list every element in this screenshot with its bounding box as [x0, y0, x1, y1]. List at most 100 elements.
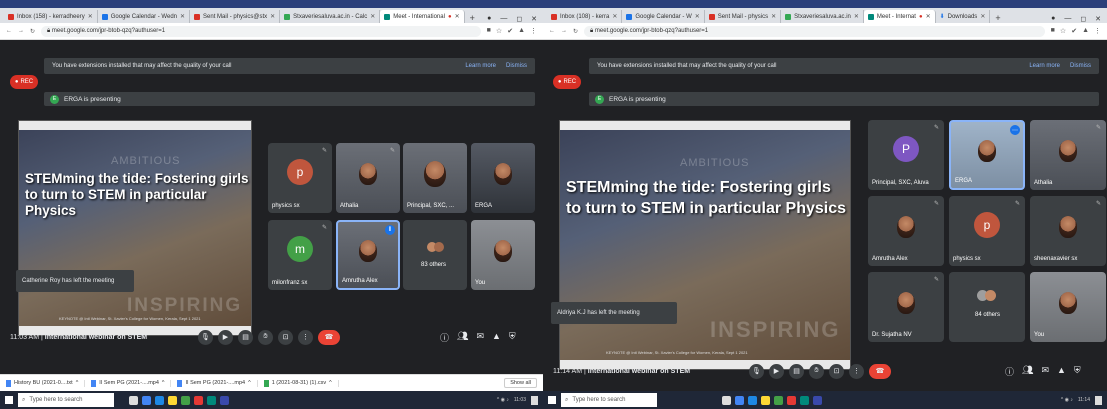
participant-tile[interactable]: ✎ sheenaxavier sx — [1030, 196, 1106, 266]
more-options-button[interactable]: ⋮ — [849, 363, 864, 379]
tab-meet[interactable]: Meet - International ● ✕ — [380, 10, 465, 23]
present-button[interactable]: ⊡ — [829, 363, 844, 379]
chrome-icon[interactable] — [735, 395, 744, 405]
camera-icon[interactable]: ■ — [487, 27, 491, 35]
cortana-icon[interactable] — [722, 395, 731, 405]
tab-meet[interactable]: Meet - Internat ● ✕ — [863, 10, 936, 23]
folder-icon[interactable] — [168, 395, 177, 405]
new-tab-button[interactable]: + — [990, 13, 1005, 23]
tab-sheets[interactable]: Stxaveriesaluva.ac.in - Calc ✕ — [280, 10, 381, 23]
star-icon[interactable]: ☆ — [1060, 27, 1066, 35]
extension-icon[interactable]: ▲ — [518, 27, 525, 35]
participant-tile[interactable]: Principal, SXC, ... — [403, 143, 467, 213]
dismiss-button[interactable]: Dismiss — [1070, 63, 1091, 69]
download-item[interactable]: 1 (2021-08-31) (1).csv ^ — [263, 379, 339, 387]
maximize-button[interactable]: ◻ — [1080, 15, 1086, 23]
forward-icon[interactable]: → — [561, 28, 567, 34]
app-icon[interactable] — [181, 395, 190, 405]
edge-icon[interactable] — [155, 395, 164, 405]
url-field[interactable]: 🔒︎ meet.google.com/jpr-btob-qzq?authuser… — [41, 25, 481, 37]
new-tab-button[interactable]: + — [465, 13, 480, 23]
check-icon[interactable]: ✔ — [507, 27, 513, 35]
participant-tile[interactable]: You — [471, 220, 535, 290]
chrome-icon[interactable] — [142, 395, 151, 405]
edge-icon[interactable] — [748, 395, 757, 405]
chat-icon[interactable]: ✉ — [1041, 365, 1049, 378]
folder-icon[interactable] — [761, 395, 770, 405]
minimize-button[interactable]: — — [1064, 15, 1071, 23]
profile-icon[interactable]: ● — [1051, 15, 1055, 23]
url-field[interactable]: 🔒︎ meet.google.com/jpr-btob-qzq?authuser… — [584, 25, 1045, 37]
participant-tile[interactable]: ERGA — [471, 143, 535, 213]
info-icon[interactable]: ⓘ — [440, 331, 449, 344]
participant-tile[interactable]: ✎ m milonfranz sx — [268, 220, 332, 290]
participant-tile[interactable]: ✎ p physics sx — [268, 143, 332, 213]
show-all-button[interactable]: Show all — [504, 378, 537, 388]
participant-tile[interactable]: 83 others — [403, 220, 467, 290]
download-item[interactable]: II Sem PG (2021-....mp4 ^ — [91, 379, 172, 387]
tab-downloads[interactable]: ⬇ Downloads ✕ — [935, 10, 991, 23]
cortana-icon[interactable] — [129, 395, 138, 405]
participant-tile[interactable]: 84 others — [949, 272, 1025, 342]
security-icon[interactable]: ⛨ — [509, 331, 516, 344]
info-icon[interactable]: ⓘ — [1005, 365, 1014, 378]
profile-icon[interactable]: ● — [487, 15, 491, 23]
security-icon[interactable]: ⛨ — [1074, 365, 1081, 378]
close-window-button[interactable]: ✕ — [531, 15, 537, 23]
close-icon[interactable]: ✕ — [695, 13, 700, 20]
tray-clock[interactable]: 11:03 — [514, 397, 526, 403]
app-icon[interactable] — [220, 395, 229, 405]
present-button[interactable]: ⊡ — [278, 329, 293, 345]
participant-tile[interactable]: ✎ Athalia — [336, 143, 400, 213]
participant-tile[interactable]: ✎ Amrutha Alex — [868, 196, 944, 266]
maximize-button[interactable]: ◻ — [516, 15, 522, 23]
close-icon[interactable]: ✕ — [455, 13, 460, 20]
close-window-button[interactable]: ✕ — [1095, 15, 1101, 23]
tab-inbox[interactable]: Inbox (108) - kerra ✕ — [547, 10, 623, 23]
participant-tile[interactable]: ✎ p physics sx — [949, 196, 1025, 266]
close-icon[interactable]: ✕ — [612, 13, 617, 20]
menu-icon[interactable]: ⋮ — [530, 27, 537, 35]
tab-calendar[interactable]: Google Calendar - Wedn ✕ — [97, 10, 191, 23]
menu-icon[interactable]: ⋮ — [1094, 27, 1101, 35]
tab-sent-mail[interactable]: Sent Mail - physics@stx ✕ — [190, 10, 281, 23]
tray-icons[interactable]: ^ ◉ ♪ — [1061, 397, 1073, 403]
learn-more-link[interactable]: Learn more — [465, 63, 496, 69]
back-icon[interactable]: ← — [6, 28, 12, 34]
close-icon[interactable]: ✕ — [88, 13, 93, 20]
participant-tile[interactable]: ✎ P Principal, SXC, Aluva — [868, 120, 944, 190]
people-icon[interactable]: 👥︎ — [457, 331, 468, 344]
check-icon[interactable]: ✔ — [1071, 27, 1077, 35]
back-icon[interactable]: ← — [549, 28, 555, 34]
close-icon[interactable]: ✕ — [270, 13, 275, 20]
activities-icon[interactable]: ▲ — [1057, 365, 1066, 378]
close-icon[interactable]: ✕ — [180, 13, 185, 20]
extension-icon[interactable]: ▲ — [1082, 27, 1089, 35]
raise-hand-button[interactable]: ✋︎ — [258, 329, 273, 345]
taskbar-search[interactable]: ⌕ Type here to search — [561, 393, 657, 407]
end-call-button[interactable]: ☎︎ — [869, 363, 891, 379]
end-call-button[interactable]: ☎︎ — [318, 329, 340, 345]
tray-icons[interactable]: ^ ◉ ♪ — [497, 397, 509, 403]
reload-icon[interactable]: ↻ — [573, 28, 578, 35]
app-icon[interactable] — [787, 395, 796, 405]
windows-start-icon[interactable] — [5, 396, 13, 404]
tray-clock[interactable]: 11:14 — [1078, 397, 1090, 403]
captions-button[interactable]: ▤ — [789, 363, 804, 379]
reload-icon[interactable]: ↻ — [30, 28, 35, 35]
download-item[interactable]: History BU (2021-0....txt ^ — [6, 379, 86, 387]
minimize-button[interactable]: — — [500, 15, 507, 23]
participant-tile[interactable]: ✎ Dr. Sujatha NV — [868, 272, 944, 342]
close-icon[interactable]: ✕ — [926, 13, 931, 20]
notification-icon[interactable] — [531, 395, 538, 405]
taskbar-search[interactable]: ⌕ Type here to search — [18, 393, 114, 407]
forward-icon[interactable]: → — [18, 28, 24, 34]
participant-tile[interactable]: ✎ Athalia — [1030, 120, 1106, 190]
windows-start-icon[interactable] — [548, 396, 556, 404]
download-item[interactable]: II Sem PG (2021-....mp4 ^ — [177, 379, 258, 387]
tab-sheets[interactable]: Stxaveriesaluva.ac.in ✕ — [781, 10, 864, 23]
participant-tile[interactable]: You — [1030, 272, 1106, 342]
close-icon[interactable]: ✕ — [980, 13, 985, 20]
raise-hand-button[interactable]: ✋︎ — [809, 363, 824, 379]
app-icon[interactable] — [207, 395, 216, 405]
